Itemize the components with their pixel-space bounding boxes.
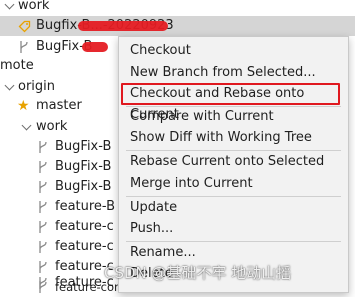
branch-label: BugFix-B: [55, 179, 112, 194]
origin-label: origin: [18, 79, 56, 94]
redaction-mark: [78, 21, 168, 31]
menu-item-checkout-rebase[interactable]: Checkout and Rebase onto Current: [119, 83, 348, 122]
watermark: CSDN @基础不牢 地动山摇: [104, 264, 292, 282]
branch-label: master: [36, 98, 82, 113]
menu-item-label: Merge into Current: [130, 176, 253, 191]
menu-item-merge[interactable]: Merge into Current: [119, 173, 348, 194]
branch-icon: [39, 181, 47, 193]
branch-label: BugFix-B: [55, 139, 112, 154]
menu-item-label: Rebase Current onto Selected: [130, 154, 325, 169]
branch-icon: [39, 281, 47, 293]
chevron-down-icon[interactable]: [4, 80, 15, 91]
menu-item-label: Rename...: [130, 245, 196, 260]
branch-label: feature-c: [55, 239, 114, 254]
branch-label: BugFix-B: [55, 159, 112, 174]
branch-context-menu: Checkout New Branch from Selected... Che…: [118, 36, 349, 293]
tree-row-work[interactable]: work: [0, 0, 355, 16]
menu-item-checkout[interactable]: Checkout: [119, 40, 348, 61]
menu-item-label: New Branch from Selected...: [130, 65, 316, 80]
menu-item-compare[interactable]: Compare with Current: [119, 106, 348, 127]
menu-item-label: Compare with Current: [130, 109, 274, 124]
chevron-down-icon[interactable]: [4, 0, 15, 10]
folder-label: work: [36, 119, 68, 134]
branch-icon: [39, 161, 47, 173]
menu-item-label: Show Diff with Working Tree: [130, 130, 312, 145]
tree-row-selected-branch[interactable]: Bugfix-B...-20220923: [0, 16, 355, 36]
branch-icon: [39, 261, 47, 273]
branch-label: feature-c: [55, 219, 114, 234]
menu-item-rename[interactable]: Rename...: [119, 242, 348, 263]
menu-item-label: Update: [130, 200, 178, 215]
branch-label: feature-B: [55, 199, 116, 214]
redaction-mark: [82, 42, 108, 52]
menu-item-label: Push...: [130, 221, 174, 236]
remote-label: mote: [0, 58, 34, 73]
branch-icon: [39, 241, 47, 253]
menu-item-show-diff[interactable]: Show Diff with Working Tree: [119, 127, 348, 148]
menu-item-label: Checkout: [130, 43, 191, 58]
menu-item-update[interactable]: Update: [119, 197, 348, 218]
branch-icon: [39, 221, 47, 233]
branch-icon: [20, 41, 28, 53]
menu-item-rebase[interactable]: Rebase Current onto Selected: [119, 151, 348, 172]
menu-item-new-branch[interactable]: New Branch from Selected...: [119, 62, 348, 83]
branch-icon: [39, 141, 47, 153]
tag-icon: [18, 20, 31, 33]
branch-icon: [39, 201, 47, 213]
star-icon: ★: [17, 98, 30, 114]
folder-label: work: [18, 0, 50, 13]
menu-item-push[interactable]: Push...: [119, 218, 348, 239]
chevron-down-icon[interactable]: [21, 120, 32, 131]
